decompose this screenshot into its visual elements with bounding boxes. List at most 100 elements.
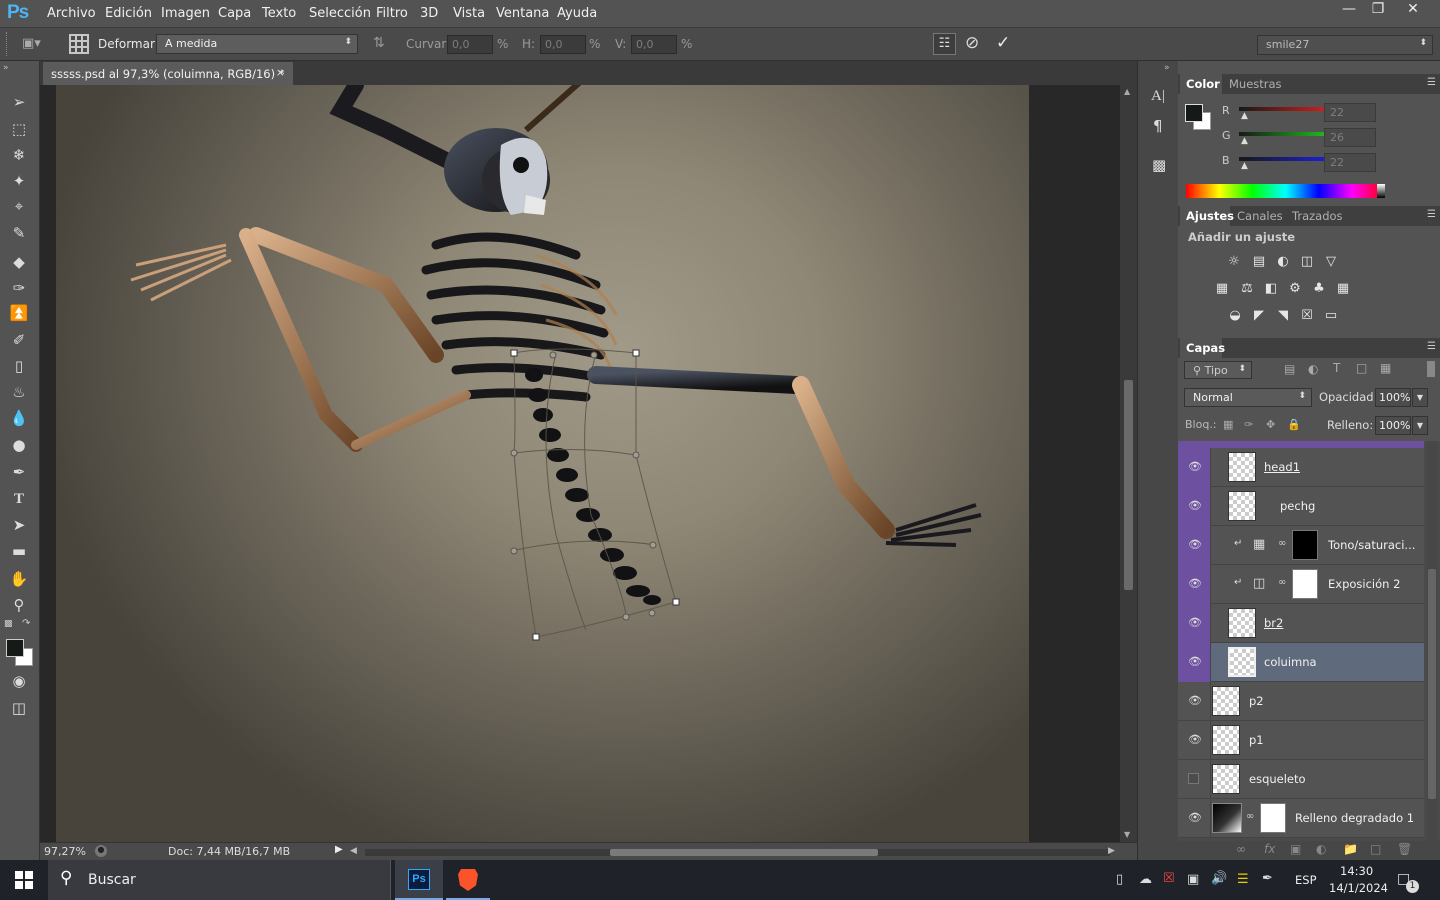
mask-link-icon[interactable]: ∞ xyxy=(1278,538,1286,549)
type-tool-icon[interactable]: T xyxy=(8,488,30,510)
menu-ventana[interactable]: Ventana xyxy=(496,6,549,21)
photo-filter-icon[interactable]: ⚙ xyxy=(1286,281,1304,297)
mask-link-icon[interactable]: ∞ xyxy=(1246,811,1254,822)
filter-smart-object-icon[interactable]: ▦ xyxy=(1380,361,1391,375)
pen-tool-icon[interactable]: ✒ xyxy=(8,461,30,483)
new-group-icon[interactable]: 📁 xyxy=(1343,842,1358,856)
display-icon[interactable]: ▣ xyxy=(1187,872,1199,887)
layer-list[interactable]: 👁 head1 👁 pechg 👁 ↵ ▦ ∞ Tono/saturaci...… xyxy=(1178,441,1440,841)
menu-edicion[interactable]: Edición xyxy=(105,6,152,21)
cancel-transform-icon[interactable]: ⊘ xyxy=(965,33,979,53)
commit-transform-icon[interactable]: ✓ xyxy=(996,33,1010,53)
document-tab[interactable]: sssss.psd al 97,3% (coluimna, RGB/16) * … xyxy=(43,62,293,85)
move-tool-icon[interactable]: ➢ xyxy=(8,91,30,113)
share-icon[interactable]: ● xyxy=(95,845,107,857)
screen-mode-icon[interactable]: ◫ xyxy=(8,697,30,719)
filter-shape-icon[interactable]: □ xyxy=(1356,361,1367,375)
eyedropper-tool-icon[interactable]: ✎ xyxy=(8,222,30,244)
collapse-panels-icon[interactable]: » xyxy=(1164,63,1170,73)
invert-icon[interactable]: ◒ xyxy=(1226,308,1244,324)
selective-color-icon[interactable]: ☒ xyxy=(1298,308,1316,324)
antivirus-icon[interactable]: ☒ xyxy=(1163,871,1175,886)
layer-row-head1[interactable]: 👁 head1 xyxy=(1178,448,1424,487)
scroll-up-icon[interactable]: ▲ xyxy=(1124,87,1130,96)
vertical-scroll-thumb[interactable] xyxy=(1124,380,1133,590)
visibility-eye-icon[interactable]: 👁 xyxy=(1188,538,1202,551)
3d-panel-icon[interactable]: ▩ xyxy=(1152,156,1166,174)
black-white-icon[interactable]: ◧ xyxy=(1262,281,1280,297)
close-icon[interactable]: ✕ xyxy=(1396,0,1430,20)
layer-row-pechg[interactable]: 👁 pechg xyxy=(1178,487,1424,526)
layer-mask-thumbnail[interactable] xyxy=(1260,803,1286,833)
layer-row-exposicion-2[interactable]: 👁 ↵ ◫ ∞ Exposición 2 xyxy=(1178,565,1424,604)
opacity-dropdown-icon[interactable]: ▼ xyxy=(1412,388,1428,407)
usb-icon[interactable]: ▯ xyxy=(1116,872,1123,887)
r-slider-handle[interactable]: ▲ xyxy=(1241,111,1248,121)
exposure-icon[interactable]: ◫ xyxy=(1298,254,1316,270)
taskbar-brave[interactable] xyxy=(446,860,490,900)
pen-icon[interactable]: ✒ xyxy=(1262,871,1273,886)
visibility-eye-icon[interactable]: 👁 xyxy=(1188,694,1202,707)
workspace-dropdown[interactable]: smile27 xyxy=(1257,35,1433,55)
layer-mask-thumbnail[interactable] xyxy=(1292,569,1318,599)
layer-row-coluimna[interactable]: 👁 coluimna xyxy=(1178,643,1424,682)
curves-icon[interactable]: ◐ xyxy=(1274,254,1292,270)
r-value[interactable]: 22 xyxy=(1324,103,1376,122)
paragraph-panel-icon[interactable]: ¶ xyxy=(1153,117,1163,135)
tab-ajustes[interactable]: Ajustes xyxy=(1186,209,1234,223)
new-layer-icon[interactable]: □ xyxy=(1370,842,1381,856)
restore-icon[interactable]: ❐ xyxy=(1361,0,1395,20)
marquee-tool-icon[interactable]: ⬚ xyxy=(8,118,30,140)
filter-type-icon[interactable]: T xyxy=(1333,361,1340,375)
visibility-eye-icon[interactable]: 👁 xyxy=(1188,655,1202,668)
filter-pixel-icon[interactable]: ▤ xyxy=(1284,362,1295,376)
collapse-tools-icon[interactable]: » xyxy=(3,63,9,73)
dodge-tool-icon[interactable]: ● xyxy=(8,434,30,456)
posterize-icon[interactable]: ◤ xyxy=(1250,308,1268,324)
layer-row-br2[interactable]: 👁 br2 xyxy=(1178,604,1424,643)
v-distort-field[interactable]: 0,0 xyxy=(631,35,677,54)
lock-position-icon[interactable]: ✥ xyxy=(1266,418,1275,431)
blend-mode-dropdown[interactable]: Normal xyxy=(1184,388,1312,407)
crop-tool-icon[interactable]: ⌖ xyxy=(8,195,30,217)
warp-orientation-icon[interactable]: ⇅ xyxy=(373,35,385,51)
horizontal-scrollbar[interactable] xyxy=(365,849,1110,856)
taskbar-photoshop[interactable]: Ps xyxy=(395,860,443,900)
warp-style-dropdown[interactable]: A medida xyxy=(156,34,358,54)
clone-stamp-tool-icon[interactable]: ⏫ xyxy=(8,302,30,324)
b-value[interactable]: 22 xyxy=(1324,153,1376,172)
fx-icon[interactable]: fx xyxy=(1264,842,1275,856)
healing-brush-tool-icon[interactable]: ◆ xyxy=(8,251,30,273)
gradient-map-icon[interactable]: ▭ xyxy=(1322,308,1340,324)
volume-icon[interactable]: 🔊 xyxy=(1211,871,1227,886)
layer-filter-dropdown[interactable]: ⚲ Tipo xyxy=(1184,361,1252,379)
layers-scrollbar[interactable] xyxy=(1427,441,1437,841)
color-panel-menu-icon[interactable]: ☰ xyxy=(1427,77,1436,88)
windows-start-icon[interactable] xyxy=(15,871,33,889)
g-value[interactable]: 26 xyxy=(1324,128,1376,147)
switch-free-transform-icon[interactable]: ☷ xyxy=(933,33,956,55)
zoom-level[interactable]: 97,27% xyxy=(44,845,86,858)
taskbar-search[interactable]: ⚲ Buscar xyxy=(48,860,391,900)
menu-filtro[interactable]: Filtro xyxy=(376,6,408,21)
default-colors-icon[interactable]: ▩ xyxy=(4,619,13,629)
rectangle-tool-icon[interactable]: ▬ xyxy=(8,540,30,562)
visibility-eye-icon[interactable]: 👁 xyxy=(1188,577,1202,590)
fill-field[interactable]: 100% xyxy=(1375,416,1411,435)
menu-vista[interactable]: Vista xyxy=(453,6,485,21)
visibility-eye-icon[interactable]: 👁 xyxy=(1188,616,1202,629)
visibility-eye-icon[interactable]: 👁 xyxy=(1188,499,1202,512)
delete-layer-icon[interactable]: 🗑 xyxy=(1397,842,1412,856)
zoom-tool-icon[interactable]: ⚲ xyxy=(8,594,30,616)
swap-colors-icon[interactable]: ↷ xyxy=(22,618,30,629)
close-document-icon[interactable]: × xyxy=(276,66,285,79)
blur-tool-icon[interactable]: 💧 xyxy=(8,407,30,429)
menu-3d[interactable]: 3D xyxy=(420,6,438,21)
color-fg-swatch[interactable] xyxy=(1185,104,1203,122)
menu-capa[interactable]: Capa xyxy=(218,6,251,21)
layer-mask-thumbnail[interactable] xyxy=(1292,530,1318,560)
status-menu-icon[interactable]: ▶ xyxy=(335,844,343,855)
scroll-down-icon[interactable]: ▼ xyxy=(1124,830,1130,839)
layer-row-p1[interactable]: 👁 p1 xyxy=(1178,721,1424,760)
color-lookup-icon[interactable]: ▦ xyxy=(1334,281,1352,297)
